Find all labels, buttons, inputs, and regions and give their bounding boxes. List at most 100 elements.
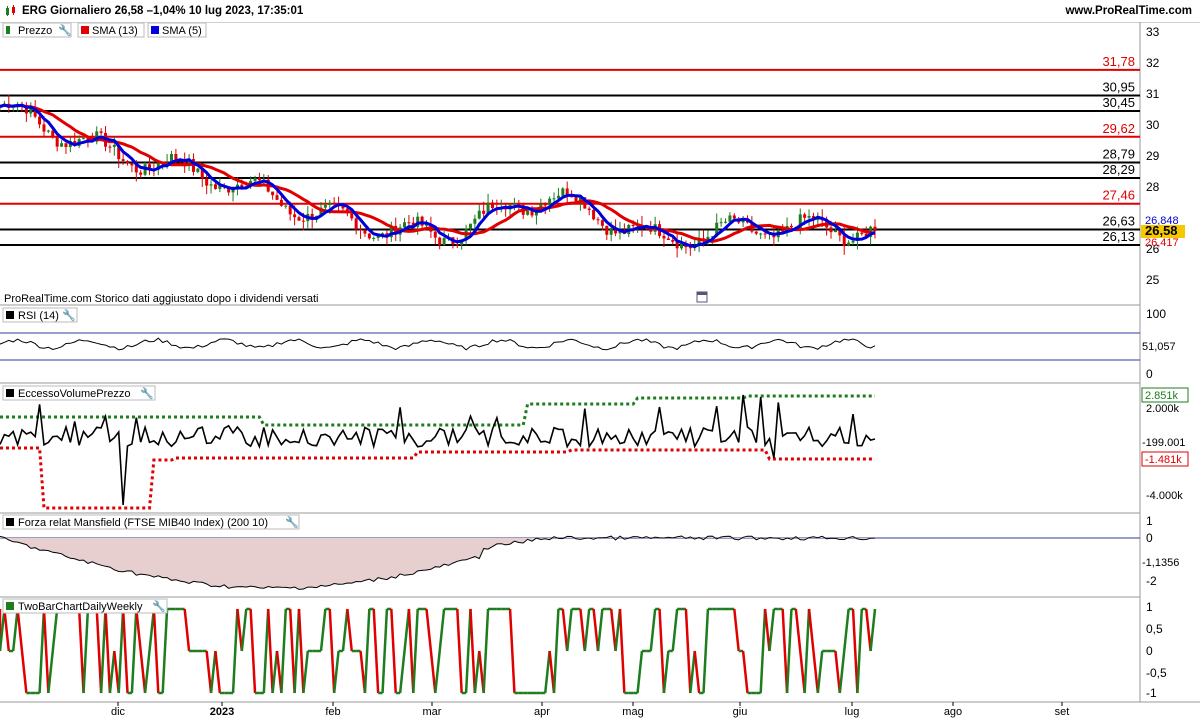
twobar-tick-neg05: -0,5 <box>1146 666 1167 680</box>
level-label: 30,95 <box>1102 80 1135 95</box>
x-tick-label: mag <box>622 706 643 718</box>
candle-body <box>455 244 459 246</box>
level-label: 30,45 <box>1102 95 1135 110</box>
candle-body <box>363 230 367 234</box>
twobar-segment <box>671 608 679 652</box>
twobar-segment <box>398 650 406 694</box>
candle-body <box>196 168 200 172</box>
twobar-segment <box>135 608 142 652</box>
price-tick: 31 <box>1146 87 1160 101</box>
twobar-segment <box>803 608 811 694</box>
candle-body <box>490 202 494 209</box>
twobar-segment <box>117 608 125 694</box>
candle-body <box>46 130 50 132</box>
rsi-line <box>0 337 876 351</box>
candle-body <box>482 210 486 214</box>
wrench-icon[interactable]: 🔧 <box>140 386 154 400</box>
x-tick-label: giu <box>733 706 748 718</box>
price-legend[interactable]: Prezzo 🔧 SMA (13) SMA (5) <box>2 22 207 38</box>
twobar-segment <box>82 608 90 694</box>
panel-frames <box>0 22 1200 703</box>
mansfield-tick-neg2: -2 <box>1146 574 1157 588</box>
candle-body <box>438 237 442 246</box>
twobar-segment <box>271 650 279 694</box>
twobar-tick-neg1: -1 <box>1146 686 1157 700</box>
twobar-segment <box>240 608 248 652</box>
candle-body <box>719 222 723 224</box>
candle-body <box>209 184 213 186</box>
mansfield-tick-0: 0 <box>1146 531 1153 545</box>
twobar-segment <box>390 608 397 694</box>
twobar-segments <box>0 607 877 695</box>
candle-body <box>666 238 670 240</box>
twobar-segment <box>381 608 389 694</box>
twobar-segment <box>139 650 147 694</box>
twobar-segment <box>543 650 551 694</box>
twobar-segment <box>130 608 138 694</box>
x-tick-label: apr <box>534 706 550 718</box>
wrench-icon[interactable]: 🔧 <box>285 515 299 529</box>
twobar-segment <box>42 608 50 694</box>
mansfield-legend[interactable]: Forza relat Mansfield (FTSE MIB40 Index)… <box>2 514 300 530</box>
twobar-segment <box>834 650 842 694</box>
calendar-icon[interactable] <box>696 291 708 303</box>
twobar-segment <box>104 608 112 694</box>
candle-body <box>42 124 46 132</box>
twobar-segment <box>236 608 244 652</box>
price-tick: 32 <box>1146 56 1160 70</box>
candle-body <box>662 235 666 239</box>
candle-body <box>442 238 446 246</box>
x-tick-label: dic <box>111 706 126 718</box>
candle-body <box>842 235 846 246</box>
candle-body <box>328 202 332 206</box>
twobar-segment <box>121 608 129 694</box>
wrench-icon[interactable]: 🔧 <box>152 599 166 613</box>
candle-body <box>275 195 279 200</box>
data-note: ProRealTime.com Storico dati aggiustato … <box>4 293 318 305</box>
candle-body <box>512 203 516 205</box>
candle-body <box>605 225 609 235</box>
candle-body <box>561 188 565 196</box>
sma5-swatch <box>151 26 159 34</box>
x-tick-label: set <box>1055 706 1070 718</box>
candle-body <box>205 178 209 186</box>
twobar-legend[interactable]: TwoBarChartDailyWeekly 🔧 <box>2 598 168 614</box>
candle-body <box>108 146 112 148</box>
twobar-segment <box>812 650 820 694</box>
legend-sma13: SMA (13) <box>92 25 138 37</box>
twobar-segment <box>346 608 354 652</box>
candle-body <box>284 205 288 207</box>
twobar-segment <box>794 608 802 652</box>
twobar-segment <box>561 608 569 652</box>
twobar-segment <box>293 608 301 694</box>
chart-canvas[interactable]: 31,78 30,9530,45 29,62 28,7928,29 27,46 26,63… <box>0 0 1200 720</box>
level-label: 29,62 <box>1102 121 1135 136</box>
twobar-segment <box>785 608 793 694</box>
twobar-segment <box>856 608 864 694</box>
twobar-segment <box>763 608 771 652</box>
x-tick-label: ago <box>944 706 962 718</box>
sma13-swatch <box>81 26 89 34</box>
twobar-segment <box>205 650 213 694</box>
candle-body <box>323 205 327 208</box>
candle-body <box>130 163 134 166</box>
wrench-icon[interactable]: 🔧 <box>62 308 76 322</box>
wrench-icon[interactable]: 🔧 <box>58 23 72 37</box>
twobar-segment <box>609 608 617 652</box>
rsi-legend[interactable]: RSI (14) 🔧 <box>2 307 78 323</box>
candle-icon <box>6 26 10 34</box>
candle-body <box>754 231 758 234</box>
twobar-segment <box>77 608 85 694</box>
level-label: 27,46 <box>1102 188 1135 203</box>
candle-body <box>847 242 851 246</box>
price-tag: 26,417 <box>1145 237 1179 249</box>
evp-legend[interactable]: EccessoVolumePrezzo 🔧 <box>2 385 156 401</box>
evp-value-tag: -199.001 <box>1142 437 1185 449</box>
twobar-segment <box>579 608 587 652</box>
candle-body <box>473 218 477 224</box>
evp-tick-4000: -4.000k <box>1146 490 1183 502</box>
rsi-swatch <box>6 311 14 319</box>
twobar-segment <box>592 608 600 652</box>
evp-lower-tag: -1.481k <box>1145 454 1182 466</box>
candle-body <box>851 240 855 243</box>
